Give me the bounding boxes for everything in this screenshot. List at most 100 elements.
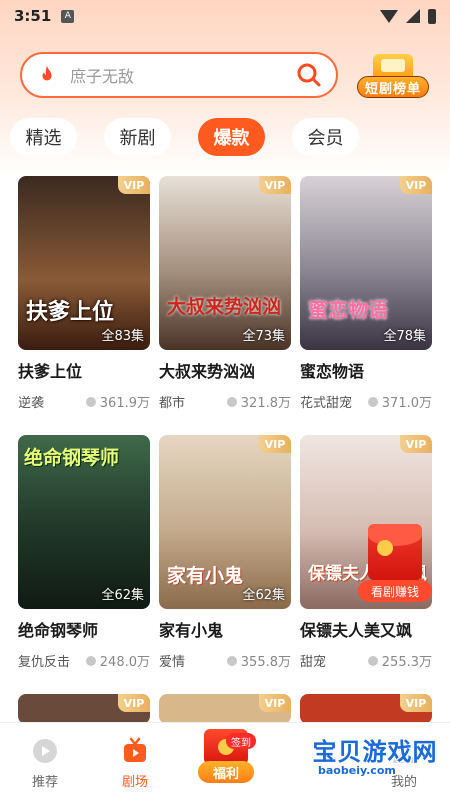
vip-badge: VIP [400,694,432,712]
fire-icon [42,65,52,81]
play-count-icon [367,655,378,666]
drama-meta: 甜宠 255.3万 [300,651,432,670]
nav-theater[interactable]: 剧场 [105,737,165,790]
play-count: 355.8万 [240,655,291,670]
vip-badge: VIP [259,435,291,453]
vip-badge: VIP [118,694,150,712]
drama-title[interactable]: 保镖夫人美又飒 [300,617,432,641]
nav-welfare-label: 福利 [198,761,254,783]
search-icon[interactable] [296,62,322,88]
search-bar[interactable]: 庶子无敌 [20,52,338,98]
poster-title-art: 绝命钢琴师 [24,447,120,469]
play-count: 255.3万 [381,655,432,670]
watermark-url: baobeiy.com [318,764,396,777]
play-count-icon [85,655,96,666]
nav-theater-label: 剧场 [121,775,148,790]
genre-tag: 甜宠 [300,655,327,670]
vip-badge: VIP [118,176,150,194]
nav-recommend[interactable]: 推荐 [15,737,75,790]
status-time: 3:51 [14,7,52,25]
drama-meta: 都市 321.8万 [159,392,291,411]
drama-poster[interactable]: VIP 蜜恋物语 全78集 [300,176,432,350]
drama-ranking-button[interactable]: 短剧榜单 [355,54,431,98]
drama-meta: 复仇反击 248.0万 [18,651,150,670]
play-count-icon [85,396,96,407]
vip-badge: VIP [259,694,291,712]
site-watermark: 宝贝游戏网 baobeiy.com [300,728,450,788]
poster-title-art: 家有小鬼 [167,565,244,587]
ranking-label: 短剧榜单 [357,76,429,98]
battery-icon [428,8,436,24]
drama-poster[interactable]: VIP [300,694,432,724]
genre-tag: 复仇反击 [18,655,71,670]
wifi-icon [380,9,398,23]
coin-icon [377,540,393,556]
drama-card[interactable]: VIP [300,694,432,724]
tab-featured[interactable]: 精选 [10,118,77,156]
drama-meta: 花式甜宠 371.0万 [300,392,432,411]
drama-card[interactable]: VIP 大叔来势汹汹 全73集 大叔来势汹汹 都市 321.8万 [159,176,291,411]
vip-badge: VIP [400,176,432,194]
ranking-icon [373,54,413,78]
vip-badge: VIP [259,176,291,194]
episode-count: 全83集 [101,329,144,344]
genre-tag: 爱情 [159,655,186,670]
poster-image [300,176,432,350]
drama-poster[interactable]: VIP 扶爹上位 全83集 [18,176,150,350]
redpacket-label: 看剧赚钱 [358,580,432,602]
genre-tag: 都市 [159,396,186,411]
status-bar: 3:51 A [0,0,450,32]
genre-tag: 逆袭 [18,396,45,411]
tab-new[interactable]: 新剧 [104,118,171,156]
nav-welfare[interactable]: 签到 福利 [196,723,256,793]
vip-badge: VIP [400,435,432,453]
signal-icon [406,9,420,23]
play-count: 248.0万 [99,655,150,670]
tab-member[interactable]: 会员 [292,118,359,156]
search-placeholder[interactable]: 庶子无敌 [70,63,296,87]
episode-count: 全73集 [242,329,285,344]
drama-poster[interactable]: VIP 家有小鬼 全62集 [159,435,291,609]
drama-card[interactable]: VIP 蜜恋物语 全78集 蜜恋物语 花式甜宠 371.0万 [300,176,432,411]
drama-card[interactable]: VIP 家有小鬼 全62集 家有小鬼 爱情 355.8万 [159,435,291,670]
episode-count: 全62集 [101,588,144,603]
drama-poster[interactable]: VIP 大叔来势汹汹 全73集 [159,176,291,350]
notification-icon: A [61,9,75,23]
poster-title-art: 大叔来势汹汹 [167,296,282,318]
play-count: 321.8万 [240,396,291,411]
poster-title-art: 蜜恋物语 [308,298,388,322]
drama-poster[interactable]: 绝命钢琴师 全62集 [18,435,150,609]
drama-title[interactable]: 家有小鬼 [159,617,291,641]
genre-tag: 花式甜宠 [300,396,353,411]
play-count: 361.9万 [99,396,150,411]
tv-icon [124,737,146,762]
drama-title[interactable]: 蜜恋物语 [300,358,432,382]
drama-title[interactable]: 扶爹上位 [18,358,150,382]
sign-in-badge: 签到 [226,733,256,749]
nav-recommend-label: 推荐 [31,775,58,790]
category-tabs: 精选 新剧 爆款 会员 [10,118,359,156]
earn-money-redpacket[interactable]: 看剧赚钱 [358,524,432,604]
poster-image [159,176,291,350]
poster-title-art: 扶爹上位 [26,299,115,325]
episode-count: 全78集 [383,329,426,344]
tab-hot[interactable]: 爆款 [198,118,265,156]
drama-card[interactable]: 绝命钢琴师 全62集 绝命钢琴师 复仇反击 248.0万 [18,435,150,670]
play-count-icon [367,396,378,407]
drama-poster[interactable]: VIP [18,694,150,724]
redpacket-icon [368,524,422,580]
drama-card[interactable]: VIP 扶爹上位 全83集 扶爹上位 逆袭 361.9万 [18,176,150,411]
drama-title[interactable]: 大叔来势汹汹 [159,358,291,382]
play-count-icon [226,396,237,407]
drama-meta: 逆袭 361.9万 [18,392,150,411]
play-count-icon [226,655,237,666]
play-circle-icon [33,739,57,763]
drama-title[interactable]: 绝命钢琴师 [18,617,150,641]
watermark-text: 宝贝游戏网 [312,738,438,766]
drama-poster[interactable]: VIP [159,694,291,724]
drama-card[interactable]: VIP [159,694,291,724]
drama-meta: 爱情 355.8万 [159,651,291,670]
drama-card[interactable]: VIP [18,694,150,724]
episode-count: 全62集 [242,588,285,603]
play-count: 371.0万 [381,396,432,411]
